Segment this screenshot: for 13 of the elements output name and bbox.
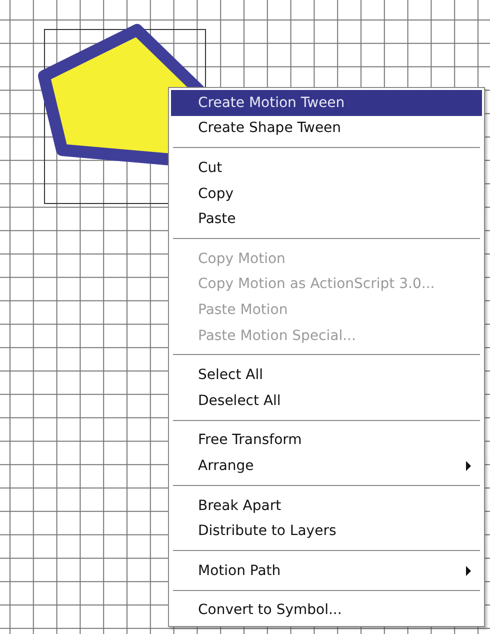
menu-item[interactable]: Distribute to Layers [171, 518, 482, 544]
menu-item[interactable]: Arrange [171, 453, 482, 479]
menu-item[interactable]: Convert to Symbol... [171, 598, 482, 624]
menu-item[interactable]: Break Apart [171, 492, 482, 518]
menu-item[interactable]: Motion Path [171, 558, 482, 584]
menu-item[interactable]: Create Shape Tween [171, 116, 482, 142]
menu-item[interactable]: Copy [171, 180, 482, 206]
menu-item[interactable]: Cut [171, 155, 482, 181]
menu-item[interactable]: Deselect All [171, 388, 482, 414]
menu-item[interactable]: Create Motion Tween [171, 90, 482, 116]
menu-item[interactable]: Select All [171, 362, 482, 388]
menu-item[interactable]: Free Transform [171, 428, 482, 454]
menu-item[interactable]: Paste [171, 206, 482, 232]
